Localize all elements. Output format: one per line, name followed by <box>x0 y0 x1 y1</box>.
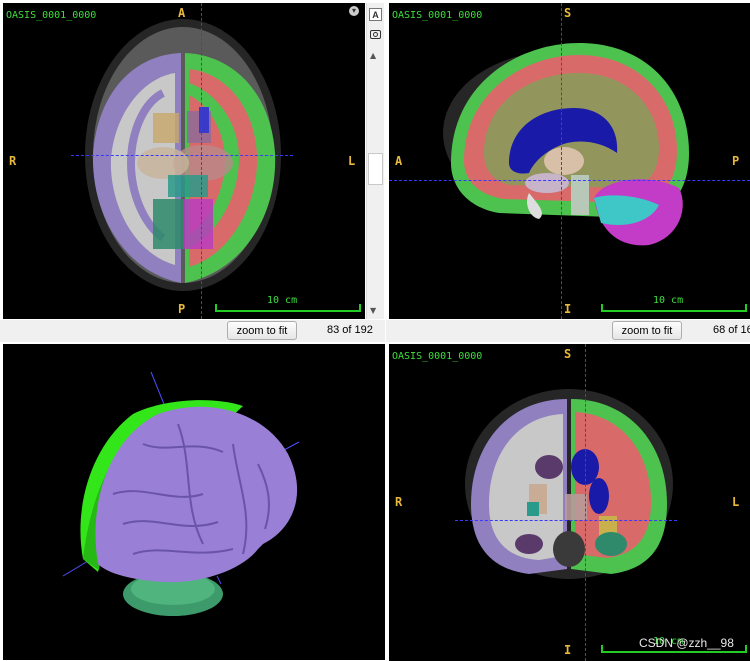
orientation-left: R <box>395 495 403 509</box>
scroll-thumb[interactable] <box>368 153 383 185</box>
crosshair-horizontal <box>389 180 750 181</box>
zoom-to-fit-button[interactable]: zoom to fit <box>227 321 297 340</box>
slice-indicator: 68 of 16 <box>713 324 750 336</box>
sagittal-slice-image <box>443 43 689 246</box>
orientation-left: A <box>395 154 403 168</box>
axial-scrollbar[interactable]: A ▲ ▼ <box>366 3 384 319</box>
crosshair-vertical <box>201 3 202 319</box>
axial-viewport[interactable]: OASIS_0001_0000 A P R L 10 cm ▾ <box>3 3 365 319</box>
coronal-slice-image <box>465 389 673 579</box>
orientation-left: R <box>9 154 17 168</box>
scale-bar <box>601 304 747 312</box>
surface-render-image <box>62 371 300 616</box>
text-tool-icon[interactable]: A <box>369 8 382 21</box>
orientation-bottom: P <box>178 302 186 316</box>
crosshair-horizontal <box>71 155 293 156</box>
camera-icon[interactable] <box>370 30 381 39</box>
zoom-to-fit-button[interactable]: zoom to fit <box>612 321 682 340</box>
crosshair-vertical <box>585 344 586 661</box>
viewport-title: OASIS_0001_0000 <box>6 10 97 21</box>
scroll-down-icon[interactable]: ▼ <box>370 306 376 315</box>
coronal-viewport[interactable]: OASIS_0001_0000 S I R L 10 cm CSDN @zzh_… <box>389 344 750 661</box>
sagittal-control-bar: zoom to fit 68 of 16 <box>386 320 750 342</box>
axial-control-bar: zoom to fit 83 of 192 <box>0 320 385 342</box>
surface-3d-viewport[interactable] <box>3 344 385 660</box>
axial-slice-image <box>85 19 281 291</box>
orientation-right: L <box>348 154 356 168</box>
settings-icon[interactable]: ▾ <box>349 6 359 16</box>
crosshair-vertical <box>561 3 562 319</box>
orientation-top: S <box>564 347 572 361</box>
sagittal-viewport[interactable]: OASIS_0001_0000 S I A P 10 cm <box>389 3 750 319</box>
scroll-up-icon[interactable]: ▲ <box>370 51 376 60</box>
orientation-bottom: I <box>564 302 572 316</box>
watermark: CSDN @zzh__98 <box>639 636 734 650</box>
viewport-title: OASIS_0001_0000 <box>392 10 483 21</box>
orientation-right: L <box>732 495 740 509</box>
scale-bar <box>215 304 361 312</box>
orientation-top: A <box>178 6 186 20</box>
orientation-top: S <box>564 6 572 20</box>
crosshair-horizontal <box>455 520 677 521</box>
orientation-bottom: I <box>564 643 572 657</box>
slice-indicator: 83 of 192 <box>327 324 373 336</box>
viewport-title: OASIS_0001_0000 <box>392 351 483 362</box>
orientation-right: P <box>732 154 740 168</box>
